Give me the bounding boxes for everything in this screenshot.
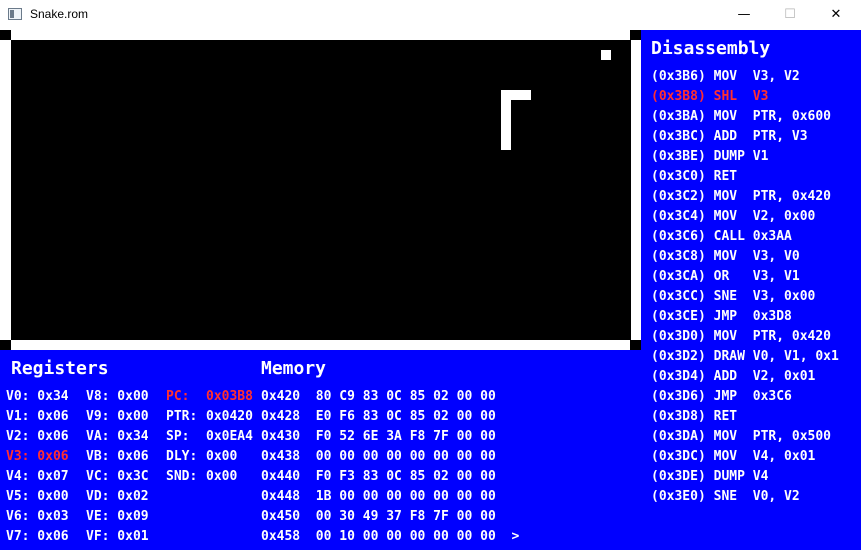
special-register-value: 0x00 [206, 449, 238, 464]
register-value: V0: 0x34 [6, 389, 69, 404]
food-pixel [601, 50, 611, 60]
special-register-value: 0x0420 [206, 409, 253, 424]
disassembly-line: (0x3CA) OR V3, V1 [651, 269, 800, 284]
register-value: V2: 0x06 [6, 429, 69, 444]
register-value: VC: 0x3C [86, 469, 149, 484]
memory-title: Memory [261, 358, 327, 379]
disassembly-line: (0x3D8) RET [651, 409, 738, 424]
title-bar: Snake.rom — ☐ ✕ [0, 0, 861, 30]
disassembly-line: (0x3BA) MOV PTR, 0x600 [651, 109, 832, 124]
register-value: VD: 0x02 [86, 489, 149, 504]
disassembly-line: (0x3C6) CALL 0x3AA [651, 229, 792, 244]
frame-corner [630, 30, 641, 40]
register-value: V6: 0x03 [6, 509, 69, 524]
special-register-value: 0x00 [206, 469, 238, 484]
register-value: V3: 0x06 [6, 449, 69, 464]
special-register-label: SP: [166, 429, 190, 444]
register-value: VE: 0x09 [86, 509, 149, 524]
disassembly-line: (0x3BC) ADD PTR, V3 [651, 129, 808, 144]
disassembly-line: (0x3D2) DRAW V0, V1, 0x1 [651, 349, 839, 364]
register-value: V4: 0x07 [6, 469, 69, 484]
snake-segment [501, 90, 531, 100]
close-button[interactable]: ✕ [813, 0, 859, 30]
disassembly-line: (0x3C2) MOV PTR, 0x420 [651, 189, 832, 204]
frame-corner [630, 340, 641, 350]
register-value: VB: 0x06 [86, 449, 149, 464]
disassembly-line: (0x3C4) MOV V2, 0x00 [651, 209, 816, 224]
special-register-value: 0x03B8 [206, 389, 253, 404]
disassembly-line: (0x3E0) SNE V0, V2 [651, 489, 800, 504]
disassembly-line: (0x3B8) SHL V3 [651, 89, 769, 104]
window-title: Snake.rom [30, 7, 89, 21]
register-value: VA: 0x34 [86, 429, 149, 444]
register-value: V1: 0x06 [6, 409, 69, 424]
disassembly-title: Disassembly [651, 38, 771, 59]
special-register-value: 0x0EA4 [206, 429, 253, 444]
disassembly-line: (0x3C0) RET [651, 169, 738, 184]
special-register-label: PTR: [166, 409, 198, 424]
register-value: V5: 0x00 [6, 489, 69, 504]
register-value: V7: 0x06 [6, 529, 69, 544]
window-app-icon [8, 8, 22, 20]
disassembly-line: (0x3B6) MOV V3, V2 [651, 69, 800, 84]
disassembly-line: (0x3D4) ADD V2, 0x01 [651, 369, 816, 384]
emulator-screen [11, 40, 631, 340]
memory-row: 0x448 1B 00 00 00 00 00 00 00 [261, 489, 496, 504]
frame-corner [0, 340, 11, 350]
disassembly-line: (0x3D0) MOV PTR, 0x420 [651, 329, 832, 344]
disassembly-line: (0x3D6) JMP 0x3C6 [651, 389, 792, 404]
special-register-label: SND: [166, 469, 198, 484]
disassembly-line: (0x3C8) MOV V3, V0 [651, 249, 800, 264]
disassembly-line: (0x3CC) SNE V3, 0x00 [651, 289, 816, 304]
memory-row: 0x440 F0 F3 83 0C 85 02 00 00 [261, 469, 496, 484]
frame-corner [0, 30, 11, 40]
disassembly-line: (0x3DE) DUMP V4 [651, 469, 769, 484]
register-value: VF: 0x01 [86, 529, 149, 544]
maximize-button[interactable]: ☐ [767, 0, 813, 30]
snake-segment [501, 100, 511, 150]
memory-row: 0x438 00 00 00 00 00 00 00 00 [261, 449, 496, 464]
memory-row: 0x430 F0 52 6E 3A F8 7F 00 00 [261, 429, 496, 444]
minimize-button[interactable]: — [721, 0, 767, 30]
register-value: V8: 0x00 [86, 389, 149, 404]
register-value: V9: 0x00 [86, 409, 149, 424]
registers-title: Registers [11, 358, 109, 379]
special-register-label: DLY: [166, 449, 198, 464]
disassembly-line: (0x3BE) DUMP V1 [651, 149, 769, 164]
memory-row: 0x420 80 C9 83 0C 85 02 00 00 [261, 389, 496, 404]
disassembly-line: (0x3DA) MOV PTR, 0x500 [651, 429, 832, 444]
disassembly-line: (0x3DC) MOV V4, 0x01 [651, 449, 816, 464]
memory-row: 0x458 00 10 00 00 00 00 00 00 > [261, 529, 520, 544]
memory-row: 0x450 00 30 49 37 F8 7F 00 00 [261, 509, 496, 524]
disassembly-line: (0x3CE) JMP 0x3D8 [651, 309, 792, 324]
special-register-label: PC: [166, 389, 190, 404]
memory-row: 0x428 E0 F6 83 0C 85 02 00 00 [261, 409, 496, 424]
